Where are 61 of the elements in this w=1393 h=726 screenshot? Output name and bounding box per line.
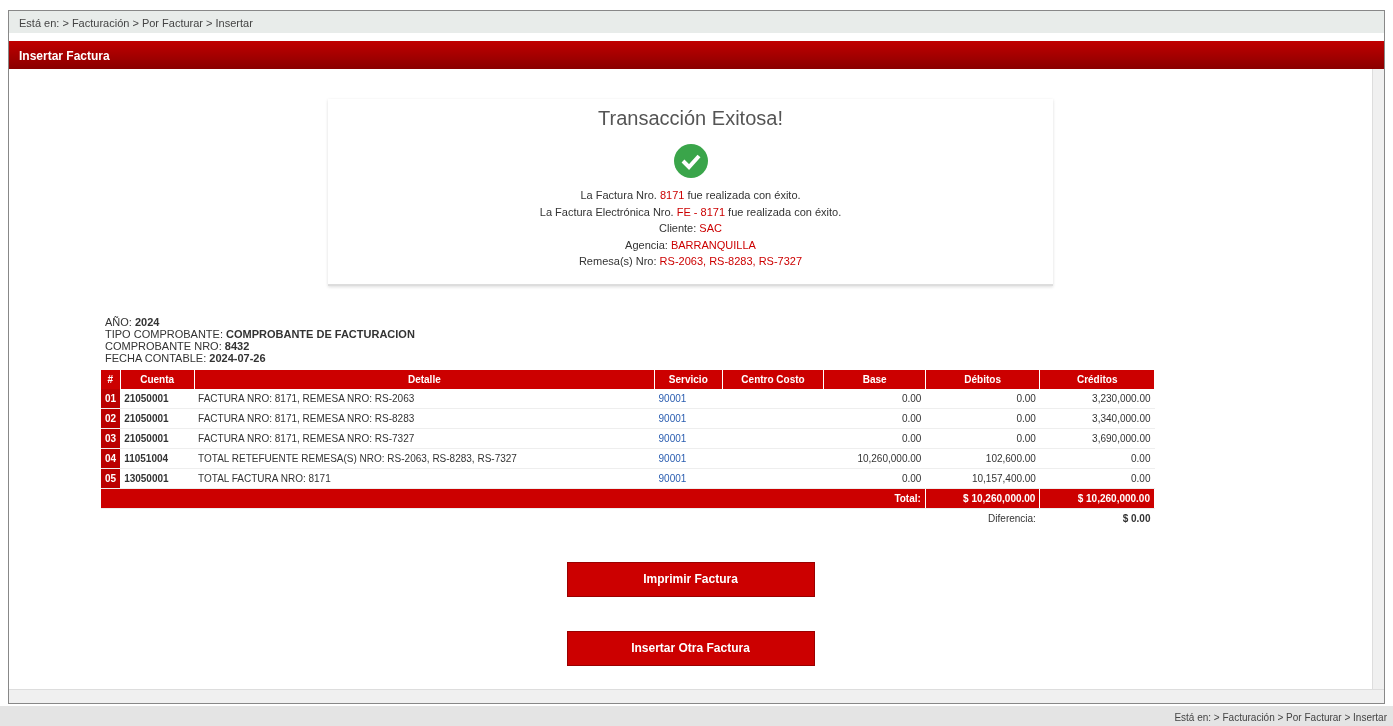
voucher-info: FECHA CONTABLE: 2024-07-26 <box>105 351 267 364</box>
column-header: Créditos <box>1039 369 1155 389</box>
column-header: # <box>101 369 121 389</box>
column-header: Servicio <box>654 369 723 389</box>
table-cell: 0.00 <box>1039 468 1155 488</box>
success-message: Cliente: SAC <box>658 221 723 236</box>
table-cell: 04 <box>101 448 121 468</box>
voucher-info: COMPROBANTE NRO: 8432 <box>105 339 251 352</box>
voucher-info: AÑO: 2024 <box>105 315 161 328</box>
table-cell: 11051004 <box>120 448 195 468</box>
status-bar-text: Está en: > Facturación > Por Facturar > Insertar <box>1174 712 1387 723</box>
table-cell: FACTURA NRO: 8171, REMESA NRO: RS-2063 <box>194 388 655 408</box>
table-cell: 0.00 <box>1039 448 1155 468</box>
column-header: Centro Costo <box>722 369 824 389</box>
action-button[interactable]: Insertar Otra Factura <box>566 630 815 666</box>
success-message: Agencia: BARRANQUILLA <box>624 237 757 253</box>
difference-label: Diferencia: <box>824 508 1040 528</box>
table-cell: 0.00 <box>925 408 1040 428</box>
table-cell: 90001 <box>654 468 723 488</box>
table-cell: 05 <box>101 468 121 488</box>
table-cell: 3,340,000.00 <box>1039 408 1155 428</box>
table-cell: FACTURA NRO: 8171, REMESA NRO: RS-7327 <box>194 428 655 448</box>
table-cell: 3,690,000.00 <box>1039 428 1155 448</box>
action-button[interactable]: Imprimir Factura <box>566 561 815 597</box>
table-cell: 0.00 <box>824 428 926 448</box>
success-message: La Factura Nro. 8171 fue realizada con éxito. <box>579 188 802 203</box>
table-cell: 0.00 <box>925 388 1040 408</box>
voucher-info: TIPO COMPROBANTE: COMPROBANTE DE FACTURACION <box>105 327 416 340</box>
table-cell: 90001 <box>654 408 723 428</box>
table-cell: 02 <box>101 408 121 428</box>
table-cell: 90001 <box>654 388 723 408</box>
table-cell: 10,157,400.00 <box>925 468 1040 488</box>
difference-value: $ 0.00 <box>1039 508 1155 528</box>
table-cell: 03 <box>101 428 121 448</box>
table-cell: 0.00 <box>824 408 926 428</box>
table-cell: TOTAL FACTURA NRO: 8171 <box>194 468 655 488</box>
table-cell: 90001 <box>654 448 723 468</box>
table-cell: 90001 <box>654 428 723 448</box>
table-cell: 10,260,000.00 <box>824 448 926 468</box>
table-cell: 0.00 <box>824 388 926 408</box>
check-circle-icon <box>672 143 709 179</box>
breadcrumb: Está en: > Facturación > Por Facturar > Insertar <box>19 17 253 29</box>
table-cell: FACTURA NRO: 8171, REMESA NRO: RS-8283 <box>194 408 655 428</box>
column-header: Base <box>824 369 926 389</box>
table-cell: 0.00 <box>925 428 1040 448</box>
table-cell: 102,600.00 <box>925 448 1040 468</box>
column-header: Débitos <box>925 369 1040 389</box>
page-header: Insertar Factura <box>9 41 1384 69</box>
table-cell: 21050001 <box>120 428 195 448</box>
success-title: Transacción Exitosa! <box>597 106 784 131</box>
table-cell: 0.00 <box>824 468 926 488</box>
column-header: Detalle <box>194 369 655 389</box>
table-cell: 13050001 <box>120 468 195 488</box>
success-message: Remesa(s) Nro: RS-2063, RS-8283, RS-7327 <box>577 254 804 269</box>
table-cell: 21050001 <box>120 408 195 428</box>
table-cell: TOTAL RETEFUENTE REMESA(S) NRO: RS-2063, RS-8283, RS-7327 <box>194 448 655 468</box>
success-message: La Factura Electrónica Nro. FE - 8171 fue realizada con éxito. <box>538 204 843 220</box>
column-header: Cuenta <box>120 369 195 389</box>
table-cell: 3,230,000.00 <box>1039 388 1155 408</box>
total-label: Total: <box>101 488 926 508</box>
table-cell: 21050001 <box>120 388 195 408</box>
